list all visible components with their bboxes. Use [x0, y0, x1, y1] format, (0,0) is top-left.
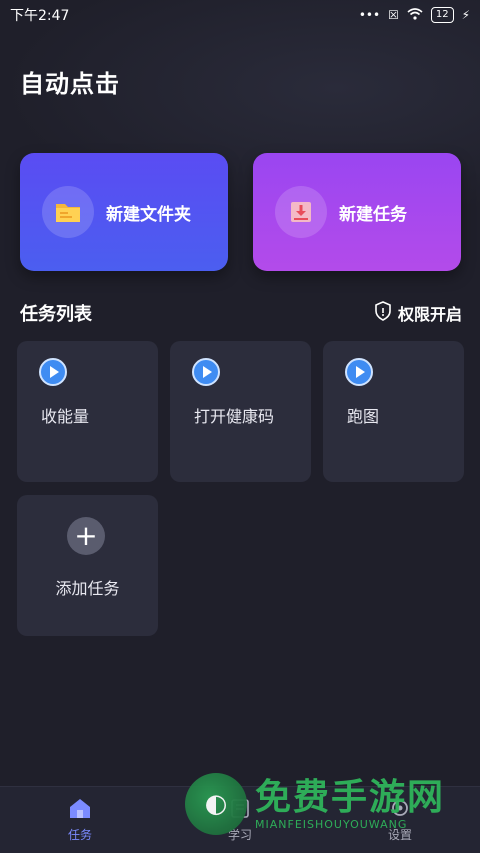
- task-list-title: 任务列表: [20, 304, 92, 325]
- watermark-text: 免费手游网 MIANFEISHOUYOUWANG: [255, 776, 446, 831]
- wifi-icon: [407, 7, 423, 23]
- folder-icon: [42, 186, 94, 238]
- task-tile[interactable]: 跑图: [323, 341, 464, 482]
- task-tile[interactable]: 打开健康码: [170, 341, 311, 482]
- download-icon: [275, 186, 327, 238]
- new-task-button[interactable]: 新建任务: [253, 153, 461, 271]
- permission-label: 权限开启: [397, 305, 462, 324]
- new-folder-button[interactable]: 新建文件夹: [20, 153, 228, 271]
- page-title: 自动点击: [20, 70, 120, 98]
- add-task-label: 添加任务: [55, 579, 120, 598]
- play-icon[interactable]: [345, 358, 373, 386]
- status-time: 下午2:47: [10, 8, 70, 24]
- add-task-button[interactable]: + 添加任务: [17, 495, 158, 636]
- sim-off-icon: ☒: [388, 8, 399, 22]
- task-tile[interactable]: 收能量: [17, 341, 158, 482]
- shield-icon: [374, 301, 392, 325]
- nav-label-tasks: 任务: [67, 828, 92, 842]
- task-name: 打开健康码: [194, 407, 275, 426]
- battery-level: 12: [430, 7, 454, 23]
- watermark-sub: MIANFEISHOUYOUWANG: [255, 817, 408, 831]
- new-folder-label: 新建文件夹: [106, 204, 191, 225]
- new-task-label: 新建任务: [339, 204, 407, 225]
- watermark-logo-icon: ◐: [185, 773, 247, 835]
- watermark: ◐ 免费手游网 MIANFEISHOUYOUWANG: [185, 773, 445, 835]
- home-icon: [68, 797, 92, 822]
- task-name: 跑图: [347, 407, 380, 426]
- watermark-main: 免费手游网: [255, 776, 446, 818]
- play-icon[interactable]: [192, 358, 220, 386]
- status-icons: ••• ☒ 12 ⚡: [359, 7, 470, 23]
- status-bar: 下午2:47 ••• ☒ 12 ⚡: [0, 0, 480, 30]
- task-name: 收能量: [41, 407, 90, 426]
- plus-icon: +: [67, 517, 105, 555]
- charging-icon: ⚡: [461, 8, 470, 22]
- play-icon[interactable]: [39, 358, 67, 386]
- permission-button[interactable]: 权限开启: [374, 301, 462, 325]
- nav-item-tasks[interactable]: 任务: [0, 787, 160, 853]
- more-dots-icon: •••: [358, 8, 381, 22]
